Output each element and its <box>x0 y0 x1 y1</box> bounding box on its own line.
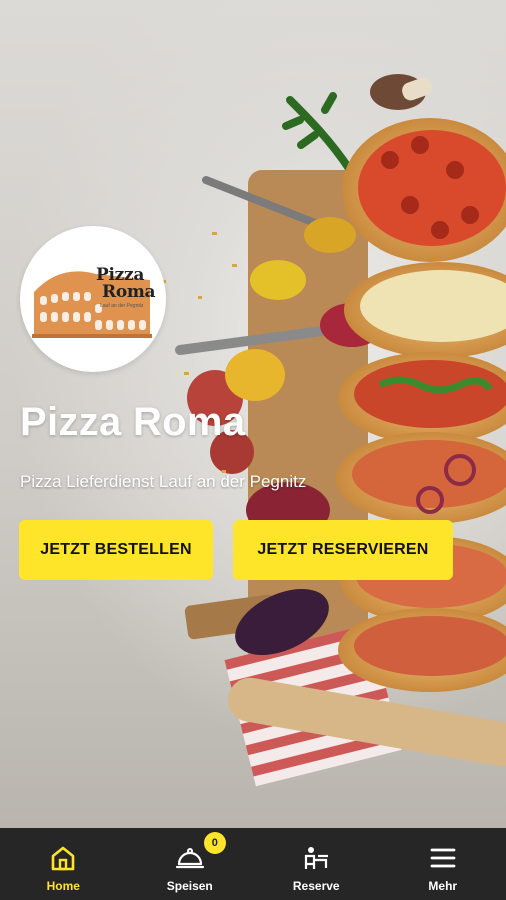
cloche-icon <box>175 848 204 869</box>
menu-icon <box>430 848 456 868</box>
reserve-icon <box>305 847 329 869</box>
logo-line-2: Roma <box>102 282 156 302</box>
nav-item-speisen[interactable]: 0 Speisen <box>127 828 254 900</box>
nav-label-speisen: Speisen <box>166 879 213 893</box>
logo-tagline: Lauf an der Pegnitz <box>100 303 144 309</box>
nav-item-home[interactable]: Home <box>0 828 127 900</box>
hero-section: Pizza Roma Lauf an der Pegnitz Pizza Rom… <box>0 0 506 828</box>
restaurant-logo: Pizza Roma Lauf an der Pegnitz <box>20 226 166 372</box>
order-now-button[interactable]: JETZT BESTELLEN <box>19 520 213 580</box>
nav-label-mehr: Mehr <box>428 879 458 893</box>
nav-label-reserve: Reserve <box>292 879 340 893</box>
page-title: Pizza Roma <box>20 400 246 444</box>
page-subtitle: Pizza Lieferdienst Lauf an der Pegnitz <box>20 472 307 491</box>
cart-count-badge: 0 <box>203 832 226 854</box>
reserve-now-button[interactable]: JETZT RESERVIEREN <box>233 520 453 580</box>
nav-label-home: Home <box>46 879 80 893</box>
nav-item-reserve[interactable]: Reserve <box>253 828 380 900</box>
bottom-navigation: Home 0 Speisen Reserve Mehr <box>0 828 506 900</box>
home-icon <box>51 846 75 871</box>
nav-item-mehr[interactable]: Mehr <box>380 828 506 900</box>
